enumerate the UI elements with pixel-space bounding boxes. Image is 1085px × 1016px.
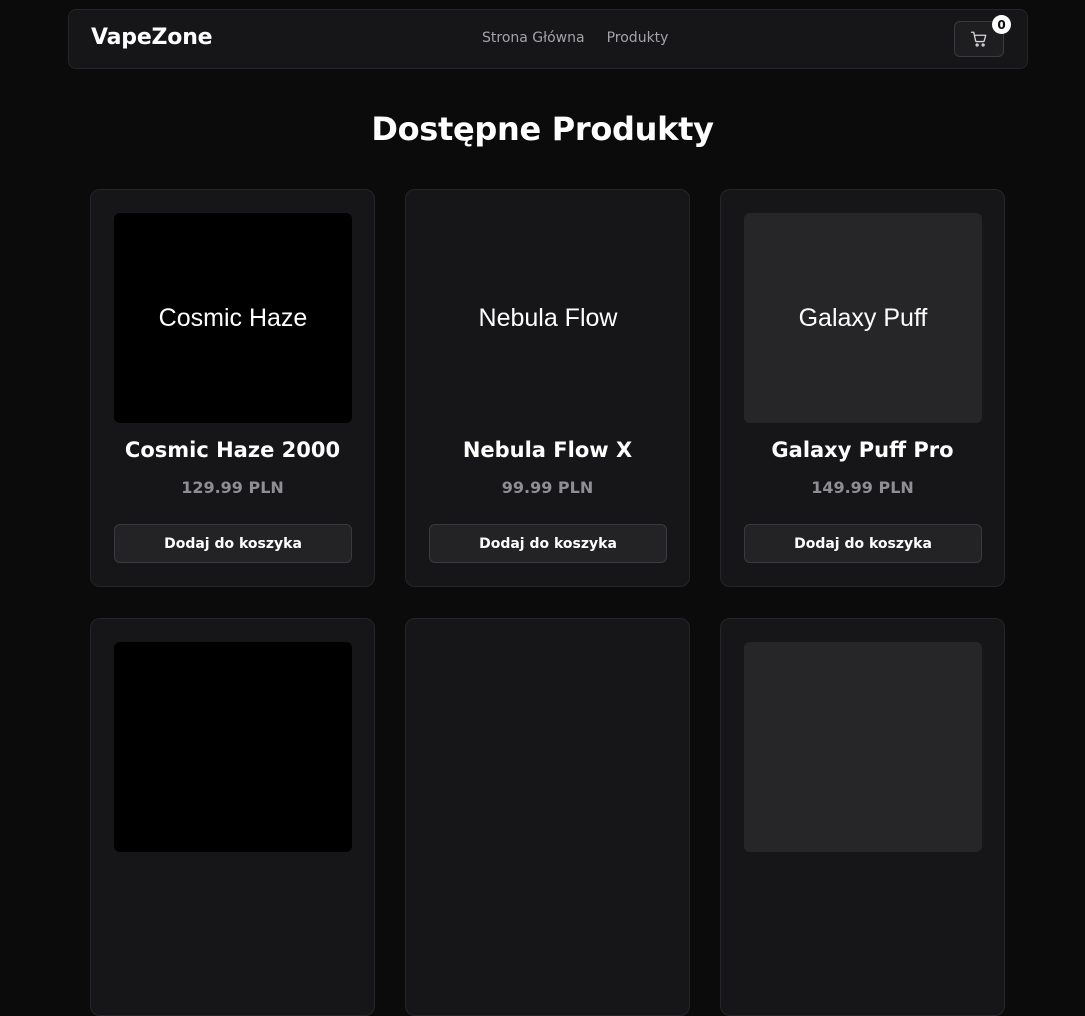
product-image: Cosmic Haze [114, 213, 352, 423]
product-image: Nebula Flow [429, 213, 667, 423]
product-image: Galaxy Puff [744, 213, 982, 423]
product-name: Cosmic Haze 2000 [124, 438, 341, 462]
add-to-cart-button[interactable]: Dodaj do koszyka [429, 524, 667, 563]
page-title: Dostępne Produkty [371, 110, 714, 148]
brand-logo[interactable]: VapeZone [91, 25, 213, 50]
product-card [90, 618, 375, 1016]
product-price: 149.99 PLN [811, 478, 914, 497]
main-nav: Strona Główna Produkty [482, 30, 668, 46]
product-price: 99.99 PLN [501, 478, 594, 497]
cart-button[interactable]: 0 [954, 15, 1011, 57]
product-image [429, 642, 667, 852]
add-to-cart-button[interactable]: Dodaj do koszyka [114, 524, 352, 563]
product-image [744, 642, 982, 852]
nav-link-home[interactable]: Strona Główna [482, 30, 585, 46]
product-image [114, 642, 352, 852]
product-card: Galaxy Puff Galaxy Puff Pro 149.99 PLN D… [720, 189, 1005, 587]
navbar: VapeZone Strona Główna Produkty 0 [68, 9, 1028, 69]
product-card [720, 618, 1005, 1016]
product-name: Galaxy Puff Pro [771, 438, 954, 462]
product-card [405, 618, 690, 1016]
product-card: Cosmic Haze Cosmic Haze 2000 129.99 PLN … [90, 189, 375, 587]
cart-icon [970, 31, 987, 47]
nav-link-products[interactable]: Produkty [607, 30, 669, 46]
add-to-cart-button[interactable]: Dodaj do koszyka [744, 524, 982, 563]
product-price: 129.99 PLN [181, 478, 284, 497]
cart-count-badge: 0 [992, 15, 1011, 34]
product-card: Nebula Flow Nebula Flow X 99.99 PLN Doda… [405, 189, 690, 587]
product-grid: Cosmic Haze Cosmic Haze 2000 129.99 PLN … [90, 189, 1005, 1016]
product-name: Nebula Flow X [462, 438, 633, 462]
